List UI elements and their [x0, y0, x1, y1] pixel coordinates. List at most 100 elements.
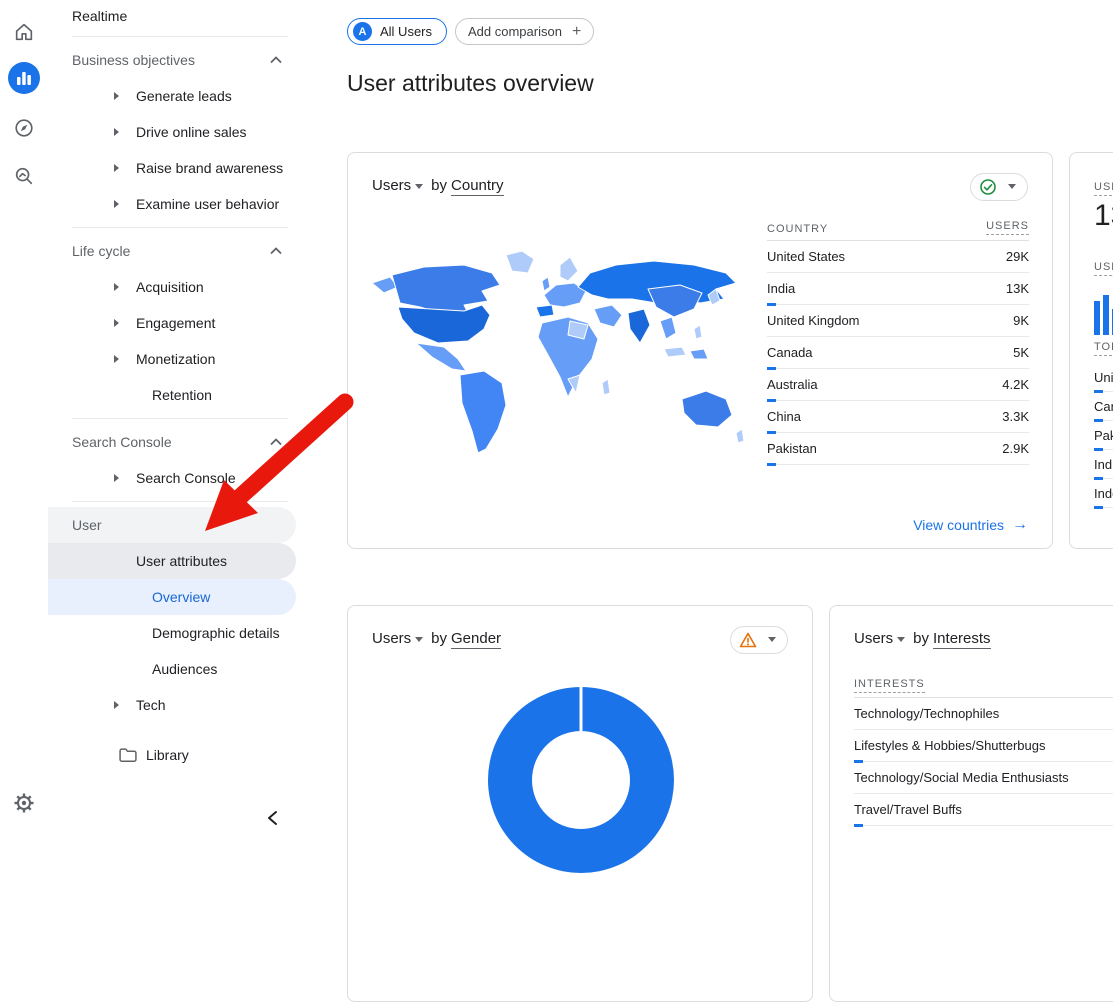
sidebar-item-label: Acquisition [136, 279, 204, 295]
view-countries-link[interactable]: View countries → [913, 516, 1028, 534]
country-name: India [1094, 457, 1113, 472]
country-name: United States [1094, 370, 1113, 385]
sidebar-item-acquisition[interactable]: Acquisition [48, 269, 300, 305]
column-header-users: USERS [986, 220, 1029, 235]
sidebar-item-user-attributes[interactable]: User attributes [48, 543, 300, 579]
advertising-icon[interactable] [10, 162, 38, 190]
sidebar-divider [72, 36, 288, 37]
sidebar-item-engagement[interactable]: Engagement [48, 305, 300, 341]
sidebar-section-business-objectives[interactable]: Business objectives [48, 42, 300, 78]
sidebar-item-realtime[interactable]: Realtime [48, 0, 300, 31]
country-table: COUNTRY USERS United States 29K India 13… [767, 217, 1029, 465]
interest-name: Travel/Travel Buffs [854, 802, 962, 817]
top-countries-list: United States Canada Pakistan India Indo… [1094, 363, 1113, 508]
by-label: by [913, 630, 929, 647]
all-users-chip[interactable]: A All Users [347, 18, 447, 45]
country-name: Australia [767, 377, 818, 392]
sidebar-section-search-console[interactable]: Search Console [48, 424, 300, 460]
plus-icon: + [572, 24, 581, 40]
sidebar-item-examine-user-behavior[interactable]: Examine user behavior [48, 186, 300, 222]
sidebar-item-label: Raise brand awareness [136, 160, 283, 176]
sidebar-divider [72, 227, 288, 228]
dimension-selector[interactable]: Interests [933, 630, 991, 649]
sidebar-item-label: Examine user behavior [136, 196, 279, 212]
sidebar-item-label: Overview [152, 589, 210, 605]
users-value: 9K [1013, 313, 1029, 328]
realtime-users-card: USERS IN LAST 30 MINUTES 13 USERS PER MI… [1069, 152, 1113, 549]
gender-donut-chart [488, 687, 674, 873]
users-value: 29K [1006, 249, 1029, 264]
sidebar-item-tech[interactable]: Tech [48, 687, 300, 723]
table-row: India 13K [767, 273, 1029, 305]
list-item: Pakistan [1094, 421, 1113, 450]
users-by-gender-card: UsersbyGender [347, 605, 813, 1002]
sidebar-item-raise-brand-awareness[interactable]: Raise brand awareness [48, 150, 300, 186]
sidebar-item-drive-online-sales[interactable]: Drive online sales [48, 114, 300, 150]
sidebar-item-audiences[interactable]: Audiences [48, 651, 300, 687]
trend-dash [854, 824, 863, 827]
dimension-selector[interactable]: Country [451, 177, 504, 196]
expand-arrow-icon [114, 474, 119, 482]
expand-arrow-icon [114, 128, 119, 136]
section-label: Search Console [72, 434, 172, 450]
sidebar-item-retention[interactable]: Retention [48, 377, 300, 413]
section-label: User [72, 517, 102, 533]
list-item: India [1094, 450, 1113, 479]
sidebar-section-user[interactable]: User [48, 507, 300, 543]
sidebar-item-library[interactable]: Library [48, 737, 300, 773]
sidebar-divider [72, 418, 288, 419]
dimension-selector[interactable]: Gender [451, 630, 501, 649]
world-map [364, 247, 754, 461]
card-header: UsersbyCountry [372, 177, 504, 194]
explore-icon[interactable] [10, 114, 38, 142]
card-header: UsersbyGender [372, 630, 501, 647]
users-per-minute-chart [1094, 289, 1113, 335]
warning-triangle-icon [739, 631, 757, 649]
metric-selector[interactable]: Users [854, 630, 909, 647]
reports-icon[interactable] [8, 62, 40, 94]
page-title: User attributes overview [347, 70, 594, 97]
expand-arrow-icon [114, 283, 119, 291]
sidebar-item-label: Engagement [136, 315, 215, 331]
data-quality-button[interactable] [730, 626, 788, 654]
metric-selector[interactable]: Users [372, 177, 427, 194]
chevron-up-icon [270, 248, 282, 255]
list-item: Canada [1094, 392, 1113, 421]
minute-bar [1094, 301, 1100, 335]
country-name: Pakistan [1094, 428, 1113, 443]
admin-settings-icon[interactable] [10, 789, 38, 817]
country-name: Pakistan [767, 441, 817, 456]
chevron-up-icon [270, 57, 282, 64]
add-comparison-button[interactable]: Add comparison + [455, 18, 594, 45]
sidebar-item-monetization[interactable]: Monetization [48, 341, 300, 377]
expand-arrow-icon [114, 200, 119, 208]
country-name: United Kingdom [767, 313, 860, 328]
country-name: United States [767, 249, 845, 264]
sidebar-item-label: Demographic details [152, 625, 280, 641]
sidebar-item-label: Realtime [72, 8, 127, 24]
users-value: 3.3K [1002, 409, 1029, 424]
home-icon[interactable] [10, 18, 38, 46]
table-row: China 3.3K [767, 401, 1029, 433]
country-name: India [767, 281, 795, 296]
sidebar-item-label: Drive online sales [136, 124, 247, 140]
reports-sidebar: Realtime Business objectives Generate le… [48, 0, 300, 840]
chevron-down-icon [768, 637, 776, 642]
users-value: 4.2K [1002, 377, 1029, 392]
collapse-sidebar-button[interactable] [267, 810, 278, 826]
sidebar-item-generate-leads[interactable]: Generate leads [48, 78, 300, 114]
metric-selector[interactable]: Users [372, 630, 427, 647]
sidebar-item-demographic-details[interactable]: Demographic details [48, 615, 300, 651]
arrow-right-icon: → [1012, 516, 1028, 534]
sidebar-item-overview[interactable]: Overview [48, 579, 300, 615]
users-value: 13K [1006, 281, 1029, 296]
data-quality-button[interactable] [970, 173, 1028, 201]
sidebar-divider [72, 501, 288, 502]
users-last-30-min-count: 13 [1094, 199, 1113, 233]
country-name: Canada [1094, 399, 1113, 414]
country-name: China [767, 409, 801, 424]
minute-bar [1103, 295, 1109, 335]
sidebar-section-life-cycle[interactable]: Life cycle [48, 233, 300, 269]
sidebar-item-search-console[interactable]: Search Console [48, 460, 300, 496]
column-header-interests: INTERESTS [854, 678, 925, 693]
